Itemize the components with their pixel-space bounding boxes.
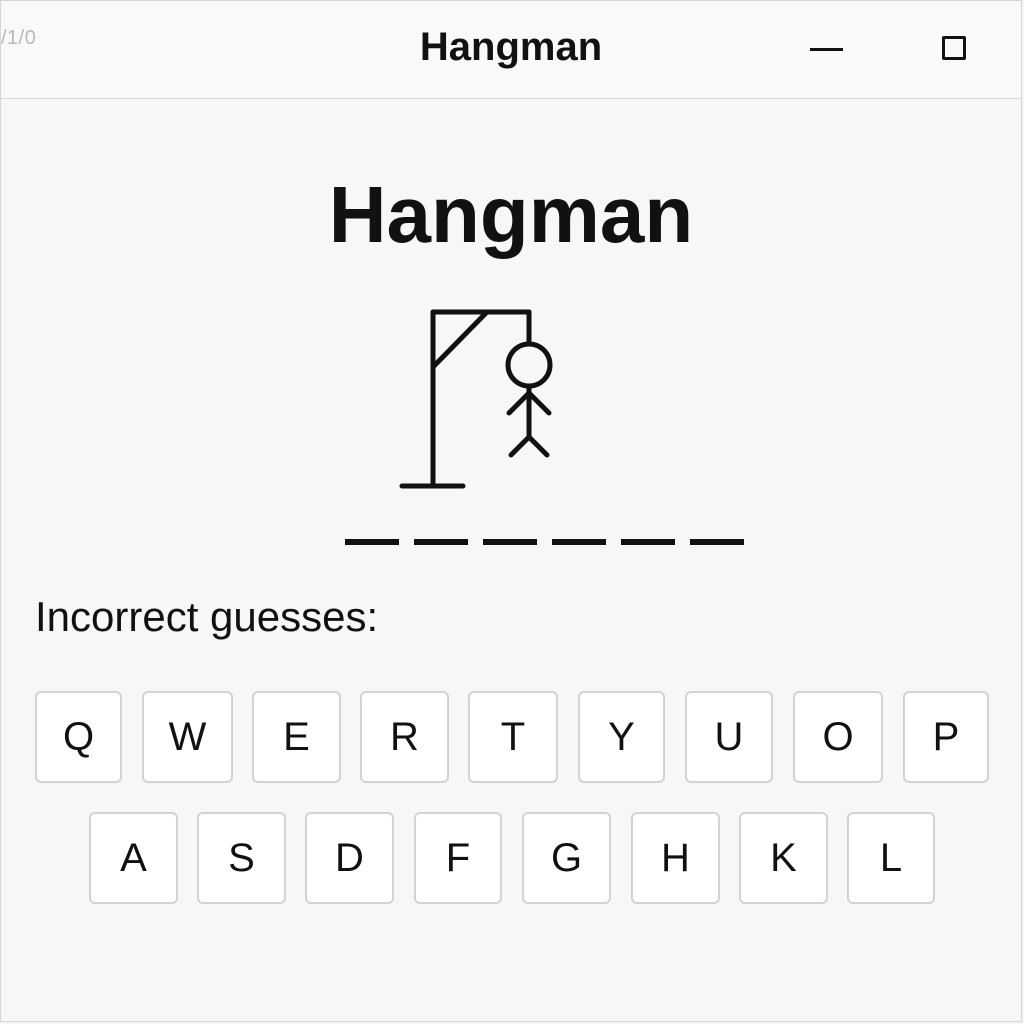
- gallows-brace: [430, 309, 490, 370]
- key-button[interactable]: U: [685, 691, 773, 783]
- maximize-icon: [942, 36, 966, 60]
- key-button[interactable]: E: [252, 691, 341, 783]
- game-heading: Hangman: [328, 170, 694, 259]
- key-button[interactable]: K: [739, 812, 828, 904]
- letter-blank: [621, 539, 675, 545]
- app-window: /1/0 Hangman Hangman Incorrect guesses:: [0, 0, 1022, 1022]
- word-blanks: [345, 539, 744, 545]
- key-button[interactable]: G: [522, 812, 611, 904]
- key-button[interactable]: Y: [578, 691, 665, 783]
- minimize-button[interactable]: [801, 25, 849, 73]
- gallows-icon: [399, 309, 532, 489]
- incorrect-guesses-label: Incorrect guesses:: [35, 593, 379, 640]
- letter-blank: [690, 539, 744, 545]
- key-button[interactable]: Q: [35, 691, 122, 783]
- figure-right-arm: [526, 390, 552, 416]
- key-button[interactable]: L: [847, 812, 935, 904]
- hangman-drawing: [399, 309, 553, 489]
- key-button[interactable]: O: [793, 691, 883, 783]
- figure-left-arm: [506, 390, 532, 416]
- key-button[interactable]: F: [414, 812, 502, 904]
- key-button[interactable]: A: [89, 812, 178, 904]
- incorrect-guesses: Incorrect guesses:: [35, 593, 390, 641]
- key-button[interactable]: P: [903, 691, 989, 783]
- minimize-icon: [810, 48, 843, 51]
- key-button[interactable]: D: [305, 812, 394, 904]
- key-button[interactable]: W: [142, 691, 233, 783]
- letter-blank: [552, 539, 606, 545]
- figure-left-leg: [508, 434, 532, 458]
- title-bar: /1/0 Hangman: [1, 1, 1021, 99]
- stick-figure-icon: [505, 341, 553, 458]
- letter-blank: [483, 539, 537, 545]
- window-title: Hangman: [419, 25, 603, 69]
- key-button[interactable]: H: [631, 812, 720, 904]
- figure-right-leg: [526, 434, 550, 458]
- key-button[interactable]: T: [468, 691, 558, 783]
- letter-blank: [414, 539, 468, 545]
- key-button[interactable]: S: [197, 812, 286, 904]
- letter-blank: [345, 539, 399, 545]
- key-button[interactable]: R: [360, 691, 449, 783]
- figure-head: [505, 341, 553, 389]
- maximize-button[interactable]: [931, 25, 979, 73]
